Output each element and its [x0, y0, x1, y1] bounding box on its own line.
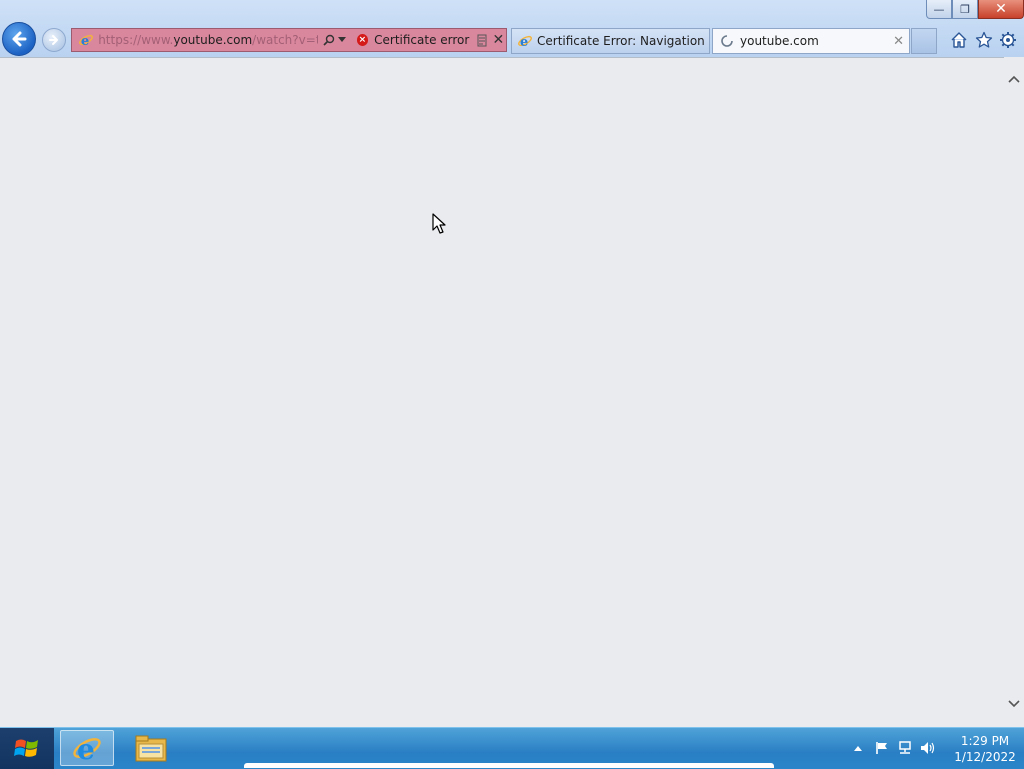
show-hidden-icons-icon[interactable]: [850, 740, 866, 756]
loading-spinner-icon: [718, 32, 736, 50]
favorites-star-icon[interactable]: [974, 30, 994, 50]
home-icon[interactable]: [949, 30, 969, 50]
tab-close-icon[interactable]: ✕: [893, 34, 904, 49]
restore-button[interactable]: ❐: [952, 0, 978, 19]
tab-certificate-error[interactable]: e Certificate Error: Navigation Bl...: [511, 28, 710, 54]
new-tab-button[interactable]: [911, 28, 937, 54]
address-bar[interactable]: e https://www.youtube.com/watch?v=t7m-Q …: [71, 28, 507, 52]
address-dropdown-icon[interactable]: [337, 32, 347, 48]
ie-page-icon: e: [517, 32, 533, 50]
internet-explorer-icon: e: [73, 733, 101, 764]
svg-text:e: e: [81, 34, 89, 48]
window-controls: — ❐ ✕: [926, 0, 1024, 20]
taskbar-internet-explorer[interactable]: e: [60, 730, 114, 766]
restore-icon: ❐: [960, 2, 970, 16]
certificate-error-icon[interactable]: ×: [356, 34, 369, 46]
search-icon[interactable]: [322, 32, 337, 48]
certificate-error-label[interactable]: Certificate error: [374, 33, 469, 47]
close-button[interactable]: ✕: [978, 0, 1024, 19]
compatibility-view-icon[interactable]: [475, 32, 488, 48]
folder-icon: [135, 735, 167, 762]
close-icon: ✕: [995, 1, 1007, 17]
start-button[interactable]: [0, 728, 54, 769]
page-content-area[interactable]: [0, 57, 1004, 728]
system-clock[interactable]: 1:29 PM 1/12/2022: [952, 733, 1018, 765]
back-arrow-icon: [12, 31, 27, 47]
tab-label: youtube.com: [740, 34, 819, 48]
back-button[interactable]: [2, 22, 36, 56]
taskbar-preview-strip: [244, 763, 774, 768]
forward-arrow-icon: [49, 35, 58, 45]
stop-button[interactable]: ✕: [491, 32, 506, 48]
tab-youtube[interactable]: youtube.com ✕: [712, 28, 910, 54]
tools-gear-icon[interactable]: [998, 30, 1018, 50]
taskbar-file-explorer[interactable]: [124, 730, 178, 766]
minimize-icon: —: [933, 2, 945, 16]
action-center-flag-icon[interactable]: [874, 740, 890, 756]
scroll-down-icon[interactable]: [1007, 697, 1021, 711]
clock-time: 1:29 PM: [960, 734, 1010, 748]
url-text[interactable]: https://www.youtube.com/watch?v=t7m-Q: [98, 33, 318, 47]
clock-date: 1/12/2022: [954, 750, 1016, 764]
mouse-cursor-icon: [432, 213, 446, 234]
scroll-up-icon[interactable]: [1007, 72, 1021, 86]
svg-text:e: e: [520, 35, 528, 49]
network-icon[interactable]: [897, 740, 913, 756]
volume-icon[interactable]: [920, 740, 936, 756]
forward-button[interactable]: [42, 28, 66, 52]
svg-text:e: e: [77, 733, 95, 764]
windows-logo-icon: [14, 739, 38, 757]
tab-label: Certificate Error: Navigation Bl...: [537, 34, 709, 48]
vertical-scrollbar[interactable]: [1004, 57, 1024, 727]
system-tray: 1:29 PM 1/12/2022: [834, 728, 1024, 769]
minimize-button[interactable]: —: [926, 0, 952, 19]
ie-page-icon: e: [77, 31, 94, 49]
